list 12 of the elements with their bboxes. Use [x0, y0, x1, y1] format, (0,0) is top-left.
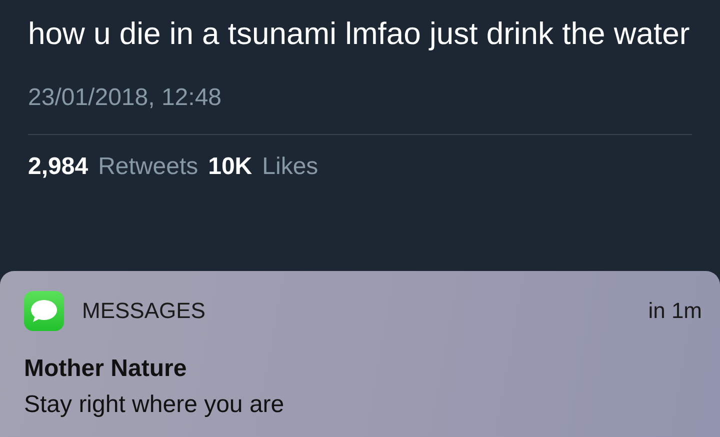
notification-time: in 1m: [648, 298, 702, 324]
message-text: Stay right where you are: [24, 391, 286, 419]
stat-count: 2,984: [28, 153, 88, 181]
tweet-text: how u die in a tsunami lmfao just drink the water: [28, 15, 691, 53]
sender-name: Mother Nature: [24, 355, 188, 383]
app-name: MESSAGES: [82, 298, 206, 324]
tweet-timestamp: 23/01/2018, 12:48: [28, 84, 223, 112]
notification-banner[interactable]: MESSAGES in 1m Mother Nature Stay right where you are: [0, 271, 720, 437]
speech-bubble-icon: [24, 291, 64, 331]
stat-label: Likes: [262, 153, 318, 181]
stat-label: Retweets: [98, 153, 198, 181]
stat-count: 10K: [208, 153, 252, 181]
